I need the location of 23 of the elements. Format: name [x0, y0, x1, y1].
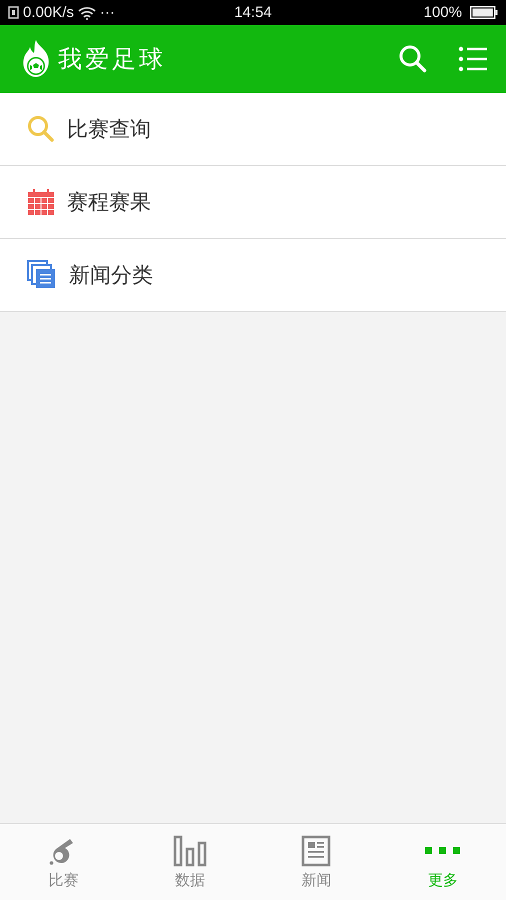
- menu-item[interactable]: 新闻分类: [0, 239, 506, 312]
- tab[interactable]: 新闻: [253, 824, 380, 900]
- sim-icon: [8, 6, 19, 19]
- clock: 14:54: [234, 4, 272, 21]
- newspaper-icon: [301, 834, 332, 866]
- tab[interactable]: 比赛: [0, 824, 126, 900]
- bar-chart-icon: [172, 834, 207, 866]
- search-icon: [27, 115, 55, 143]
- tab[interactable]: 更多: [380, 824, 506, 900]
- tab[interactable]: 数据: [126, 824, 253, 900]
- menu-item[interactable]: 赛程赛果: [0, 166, 506, 239]
- app-title: 我爱足球: [58, 44, 166, 75]
- calendar-icon: [27, 188, 55, 216]
- search-button[interactable]: [398, 44, 428, 74]
- network-speed: 0.00K/s: [23, 4, 74, 21]
- documents-icon: [27, 260, 57, 290]
- battery-percent: 100%: [424, 4, 462, 21]
- wifi-icon: [78, 6, 96, 20]
- menu-item[interactable]: 比赛查询: [0, 93, 506, 166]
- more-icon: [425, 846, 460, 854]
- menu-button[interactable]: [458, 46, 488, 72]
- battery-icon: [470, 6, 498, 19]
- more-status-text: ···: [100, 4, 115, 21]
